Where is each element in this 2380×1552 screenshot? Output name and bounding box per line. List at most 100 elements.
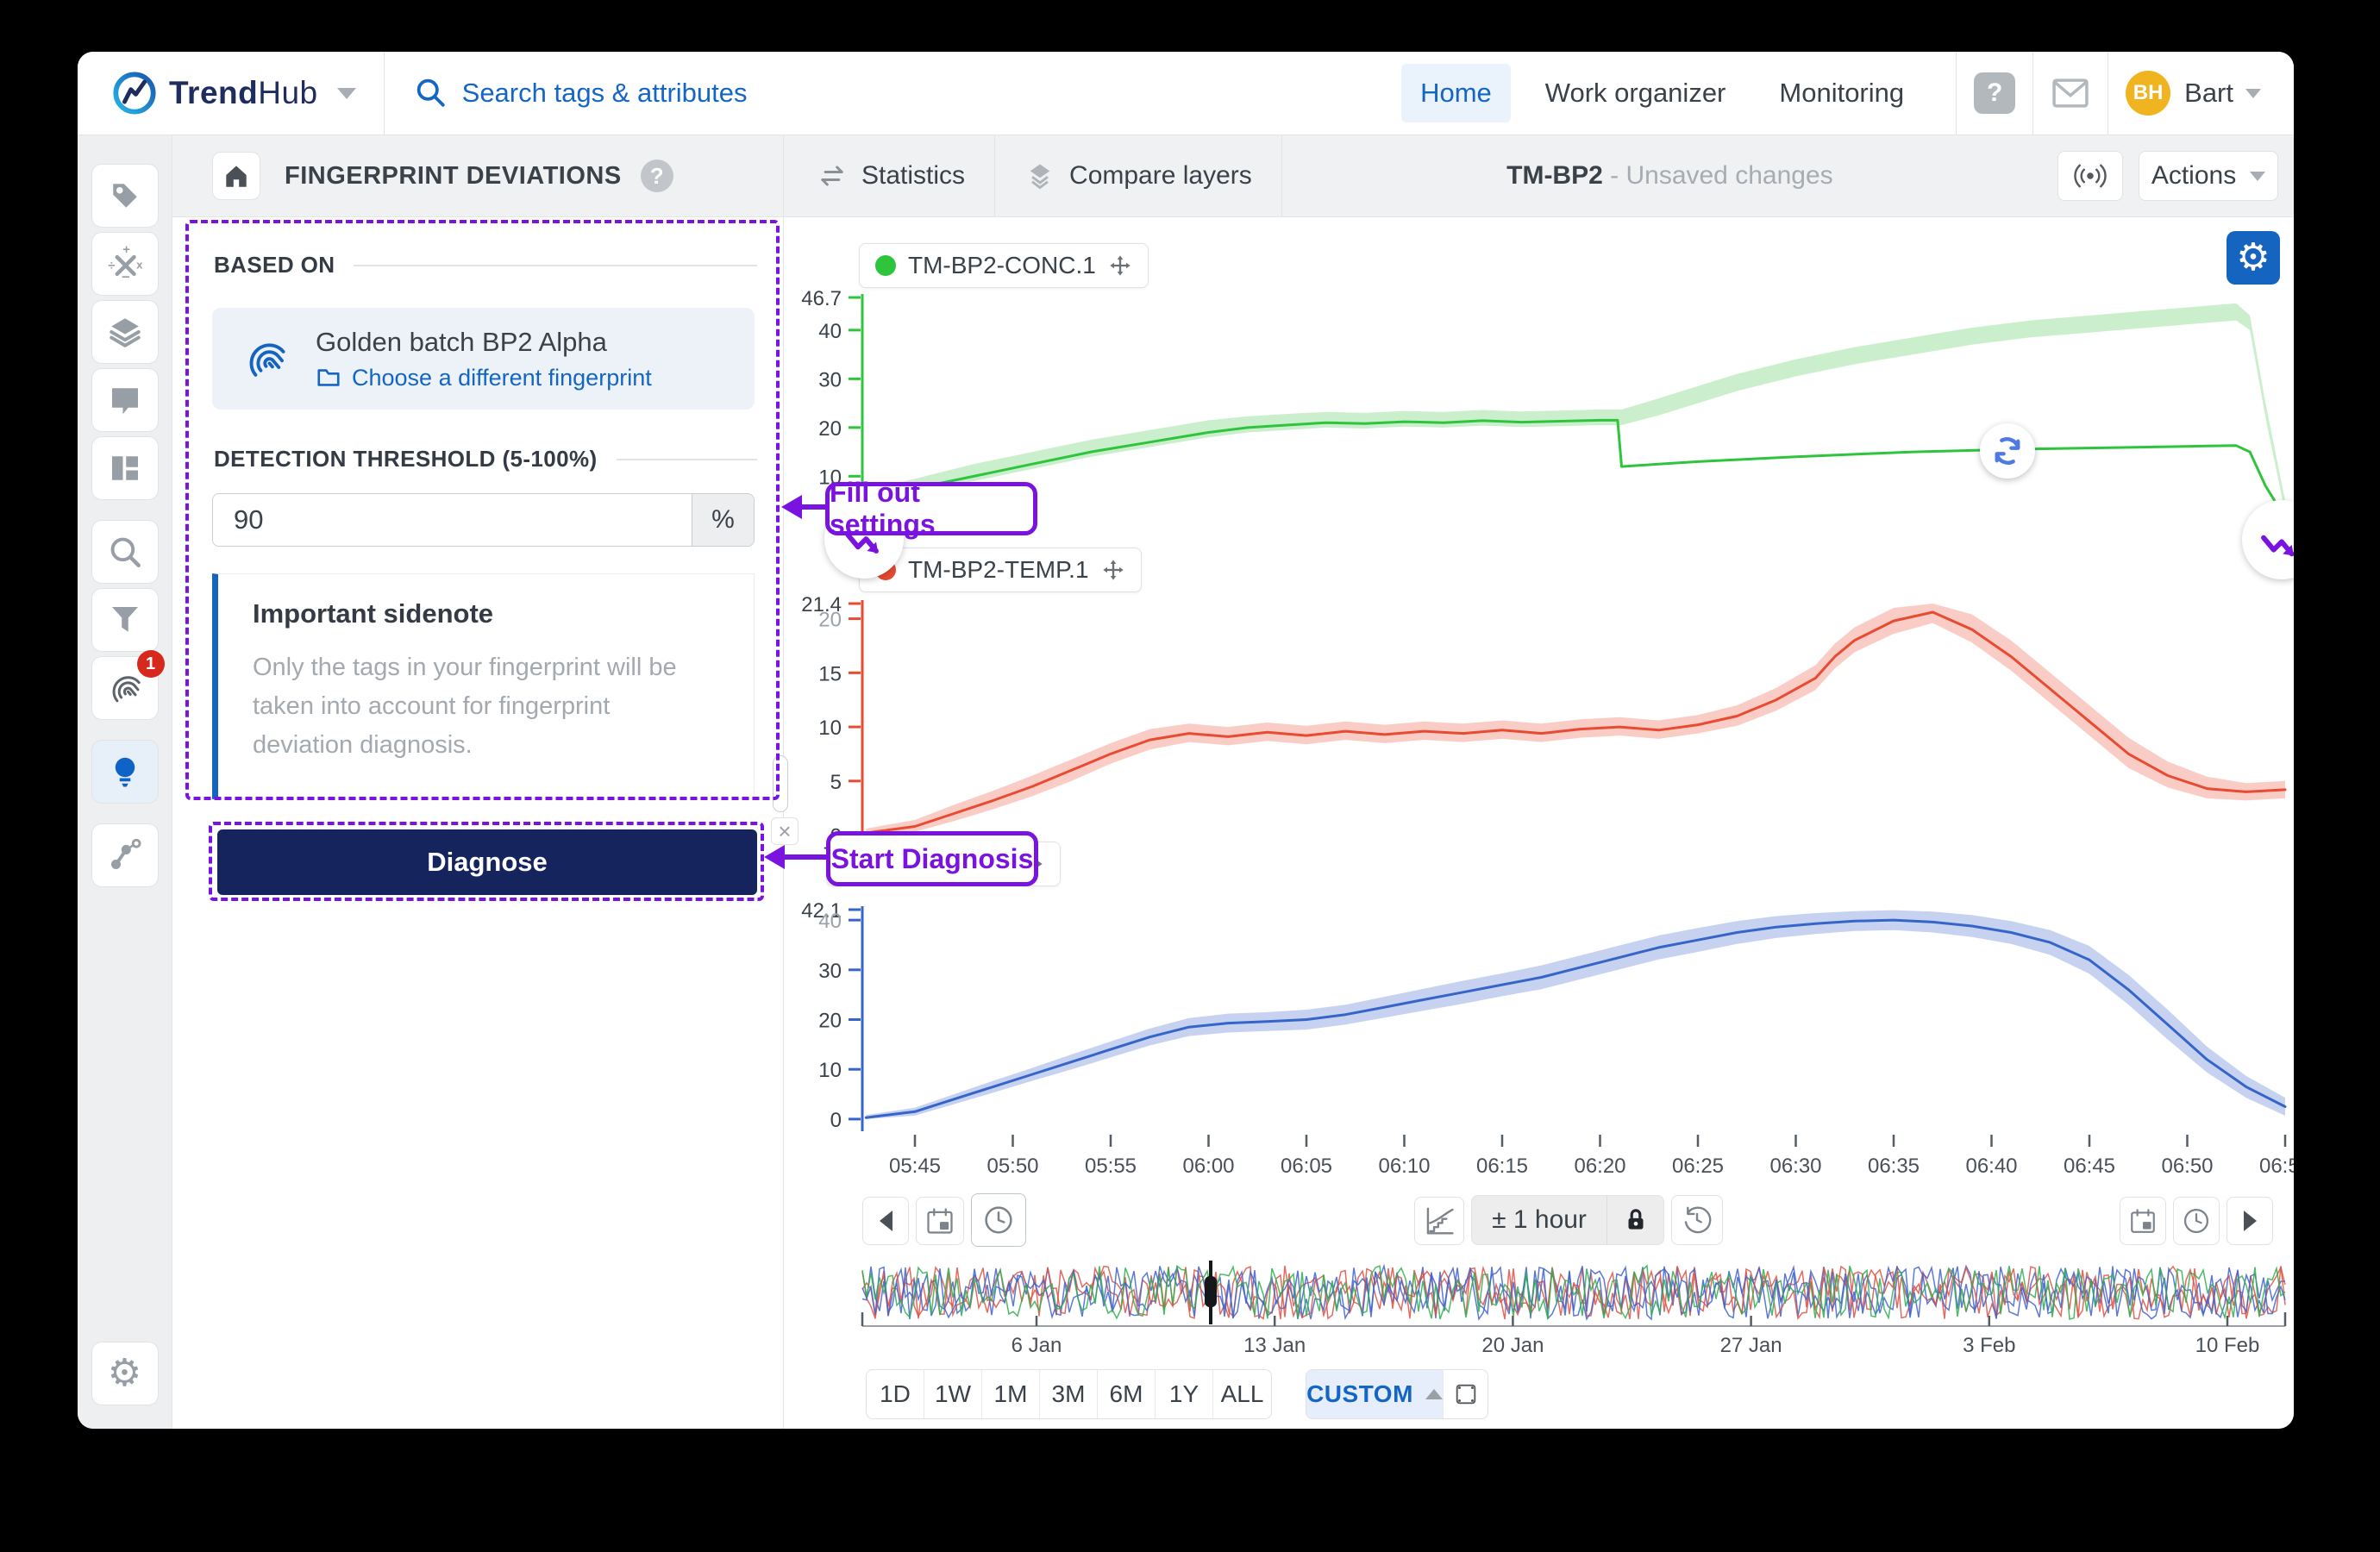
divider [2032, 52, 2034, 135]
zoom-6m-button[interactable]: 6M [1098, 1370, 1156, 1418]
chevron-down-icon [2250, 171, 2266, 181]
layers-icon [109, 318, 141, 347]
panel-title: FINGERPRINT DEVIATIONS [285, 161, 622, 190]
zigzag-trend-icon [2261, 535, 2294, 557]
time-range-button[interactable]: ± 1 hour [1472, 1196, 1606, 1244]
search-input[interactable] [461, 78, 1066, 109]
ml-model-tool-button[interactable] [91, 823, 159, 887]
annotation-arrowhead [764, 845, 785, 869]
series-label: TM-BP2-CONC.1 [908, 252, 1096, 278]
fingerprint-tool-button[interactable]: 1 [91, 650, 165, 720]
zoom-preset-group: 1D 1W 1M 3M 6M 1Y ALL [866, 1369, 1272, 1419]
choose-fingerprint-link[interactable]: Choose a different fingerprint [316, 365, 652, 391]
search-icon [110, 537, 141, 567]
clock-icon [2183, 1208, 2209, 1234]
avatar[interactable]: BH [2126, 71, 2171, 116]
nav-tab-monitoring[interactable]: Monitoring [1760, 64, 1923, 122]
sidenote-card: Important sidenote Only the tags in your… [212, 573, 755, 799]
fingerprint-name: Golden batch BP2 Alpha [316, 326, 607, 357]
chart-settings-button[interactable]: ⚙ [2227, 231, 2280, 285]
series-color-dot [875, 255, 896, 276]
panel-close-button[interactable]: × [771, 817, 799, 845]
legend-chip-conc[interactable]: TM-BP2-CONC.1 [859, 243, 1149, 288]
formula-tool-button[interactable]: + ÷ x – [91, 232, 159, 296]
chevron-left-icon [879, 1211, 892, 1231]
fingerprint-deviations-panel: FINGERPRINT DEVIATIONS ? BASED ON Golden… [172, 135, 784, 1429]
divider [1956, 52, 1957, 135]
move-icon[interactable] [1101, 558, 1125, 582]
zoom-1w-button[interactable]: 1W [924, 1370, 982, 1418]
end-calendar-button[interactable] [2120, 1197, 2166, 1245]
brand-name: TrendHub [169, 75, 318, 110]
mail-icon[interactable] [2051, 73, 2090, 113]
nav-tab-work-organizer[interactable]: Work organizer [1526, 64, 1745, 122]
search-tool-button[interactable] [91, 520, 159, 584]
top-navbar: TrendHub Home Work organizer Monitoring … [78, 52, 2294, 135]
user-name[interactable]: Bart [2184, 78, 2233, 109]
refresh-icon [1995, 437, 2020, 465]
help-icon[interactable]: ? [1974, 72, 2016, 114]
selected-fingerprint-card: Golden batch BP2 Alpha Choose a differen… [212, 308, 755, 410]
panel-home-button[interactable] [212, 152, 260, 200]
start-time-button[interactable] [971, 1193, 1026, 1247]
zoom-1y-button[interactable]: 1Y [1156, 1370, 1213, 1418]
compare-layers-button[interactable]: Compare layers [995, 135, 1281, 217]
move-icon[interactable] [1108, 253, 1132, 278]
panel-header: FINGERPRINT DEVIATIONS ? [172, 135, 783, 217]
refresh-indicator[interactable] [1980, 423, 2035, 479]
threshold-input[interactable] [213, 494, 692, 546]
diagnose-button[interactable]: Diagnose [217, 829, 757, 895]
lock-icon [1628, 1209, 1643, 1230]
based-on-section: BASED ON [214, 252, 757, 278]
svg-text:+: + [122, 246, 129, 257]
tag-tool-button[interactable] [91, 164, 159, 228]
zoom-all-button[interactable]: ALL [1213, 1370, 1271, 1418]
monotonic-view-button[interactable] [1414, 1197, 1464, 1245]
history-button[interactable] [1671, 1195, 1723, 1245]
actions-button[interactable]: Actions [2139, 151, 2278, 201]
panel-resize-handle[interactable] [773, 755, 788, 812]
filter-tool-button[interactable] [91, 588, 159, 652]
custom-range-button[interactable]: CUSTOM [1306, 1370, 1443, 1418]
formula-icon: + ÷ x – [108, 246, 143, 282]
fingerprint-icon [112, 676, 141, 703]
layers-tool-button[interactable] [91, 300, 159, 364]
svg-text:÷: ÷ [108, 260, 115, 273]
threshold-section: DETECTION THRESHOLD (5-100%) [214, 446, 757, 472]
legend-chip-temp[interactable]: TM-BP2-TEMP.1 [859, 548, 1142, 592]
series-label: TM-BP2-TEMP.1 [908, 556, 1089, 583]
gear-icon: ⚙ [2236, 236, 2270, 278]
settings-button[interactable]: ⚙ [91, 1342, 159, 1405]
comment-icon [111, 388, 138, 415]
step-back-button[interactable] [862, 1197, 909, 1245]
start-calendar-button[interactable] [916, 1197, 964, 1245]
dashboard-grid-icon [111, 456, 138, 480]
zoom-3m-button[interactable]: 3M [1040, 1370, 1098, 1418]
panel-help-icon[interactable]: ? [640, 160, 673, 192]
zoom-1m-button[interactable]: 1M [982, 1370, 1040, 1418]
comments-tool-button[interactable] [91, 368, 159, 432]
sidenote-title: Important sidenote [253, 598, 494, 629]
nav-tab-home[interactable]: Home [1401, 64, 1511, 122]
home-icon [226, 166, 247, 187]
statistics-button[interactable]: Statistics [787, 135, 994, 217]
recommendations-tool-button[interactable] [91, 740, 159, 804]
end-time-button[interactable] [2173, 1197, 2220, 1245]
lock-range-button[interactable] [1606, 1196, 1663, 1244]
dashboard-tool-button[interactable] [91, 436, 159, 500]
threshold-input-group: % [212, 493, 755, 547]
history-icon [1684, 1206, 1712, 1234]
tag-icon [112, 184, 137, 208]
zoom-1d-button[interactable]: 1D [867, 1370, 924, 1418]
divider [383, 52, 385, 135]
app-window: TrendHub Home Work organizer Monitoring … [78, 52, 2294, 1429]
user-menu-chevron-down-icon[interactable] [2245, 88, 2261, 98]
brand-logo[interactable]: TrendHub [112, 71, 318, 116]
global-search [414, 76, 1401, 110]
brand-chevron-down-icon[interactable] [336, 87, 356, 99]
live-mode-button[interactable] [2057, 151, 2123, 201]
calendar-icon [927, 1208, 953, 1234]
swap-arrows-icon [821, 166, 843, 186]
step-forward-button[interactable] [2227, 1197, 2273, 1245]
fit-range-button[interactable] [1443, 1370, 1488, 1418]
